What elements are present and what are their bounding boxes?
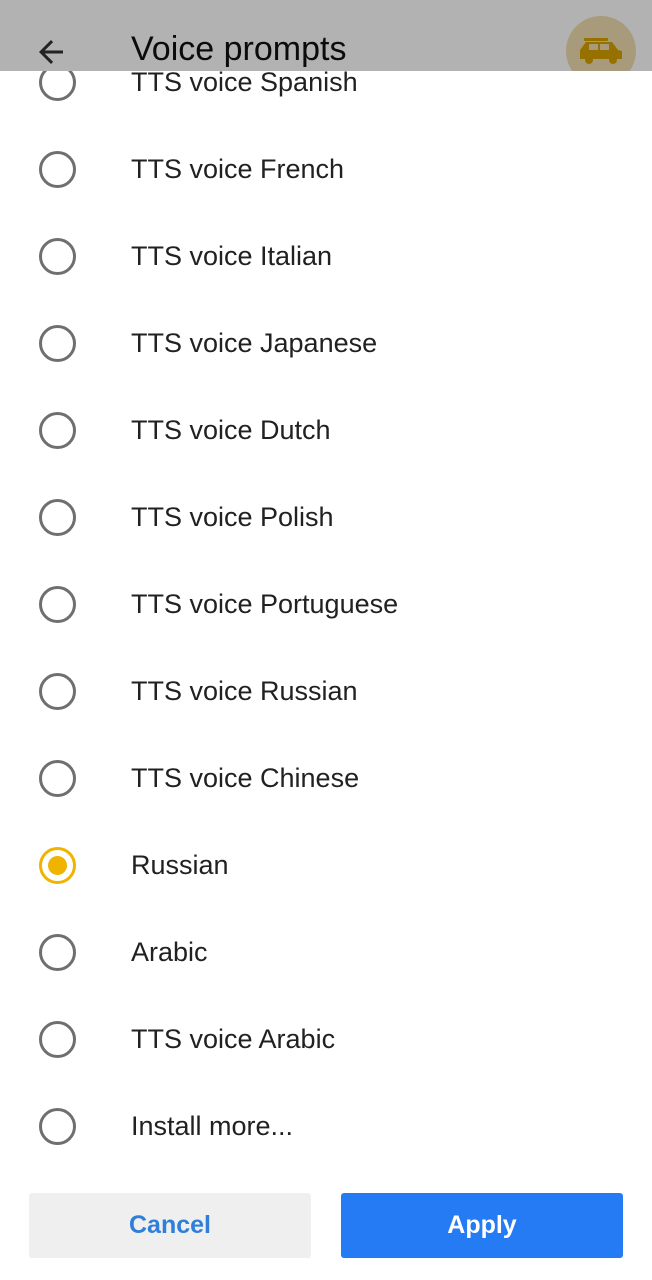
voice-option-row[interactable]: TTS voice Arabic — [0, 996, 652, 1083]
radio-button[interactable] — [39, 1021, 76, 1058]
voice-option-list[interactable]: TTS voice Spanish TTS voice French TTS voi… — [0, 71, 652, 1170]
radio-button[interactable] — [39, 499, 76, 536]
radio-button[interactable] — [39, 412, 76, 449]
radio-button-checked[interactable] — [39, 847, 76, 884]
voice-option-label: TTS voice Spanish — [131, 71, 358, 97]
radio-button[interactable] — [39, 238, 76, 275]
radio-button[interactable] — [39, 673, 76, 710]
cancel-button[interactable]: Cancel — [29, 1193, 311, 1258]
voice-option-row[interactable]: TTS voice French — [0, 126, 652, 213]
voice-option-label: TTS voice Portuguese — [131, 589, 399, 619]
radio-button[interactable] — [39, 586, 76, 623]
apply-button[interactable]: Apply — [341, 1193, 623, 1258]
voice-option-row[interactable]: Arabic — [0, 909, 652, 996]
dialog-footer: Cancel Apply — [0, 1170, 652, 1280]
voice-option-row[interactable]: TTS voice Spanish — [0, 71, 652, 126]
radio-button[interactable] — [39, 325, 76, 362]
radio-button[interactable] — [39, 151, 76, 188]
voice-option-label: TTS voice French — [131, 154, 345, 184]
radio-button[interactable] — [39, 760, 76, 797]
voice-option-row[interactable]: TTS voice Dutch — [0, 387, 652, 474]
voice-option-label: TTS voice Polish — [131, 502, 334, 532]
voice-option-label: TTS voice Russian — [131, 676, 358, 706]
voice-option-row[interactable]: TTS voice Italian — [0, 213, 652, 300]
voice-option-label: TTS voice Dutch — [131, 415, 331, 445]
voice-option-label: TTS voice Arabic — [131, 1024, 336, 1054]
voice-option-row[interactable]: TTS voice Polish — [0, 474, 652, 561]
voice-option-label: TTS voice Chinese — [131, 763, 360, 793]
voice-option-row[interactable]: TTS voice Chinese — [0, 735, 652, 822]
voice-option-label: Install more... — [131, 1111, 294, 1141]
voice-prompts-dialog: TTS voice Spanish TTS voice French TTS voi… — [0, 71, 652, 1280]
voice-option-label: Russian — [131, 850, 229, 880]
radio-button[interactable] — [39, 934, 76, 971]
voice-option-row[interactable]: Russian — [0, 822, 652, 909]
voice-option-label: TTS voice Japanese — [131, 328, 378, 358]
radio-button[interactable] — [39, 71, 76, 101]
voice-option-row[interactable]: TTS voice Russian — [0, 648, 652, 735]
voice-option-label: Arabic — [131, 937, 208, 967]
radio-button[interactable] — [39, 1108, 76, 1145]
voice-option-row[interactable]: TTS voice Japanese — [0, 300, 652, 387]
voice-option-row[interactable]: Install more... — [0, 1083, 652, 1170]
voice-option-row[interactable]: TTS voice Portuguese — [0, 561, 652, 648]
voice-option-label: TTS voice Italian — [131, 241, 333, 271]
